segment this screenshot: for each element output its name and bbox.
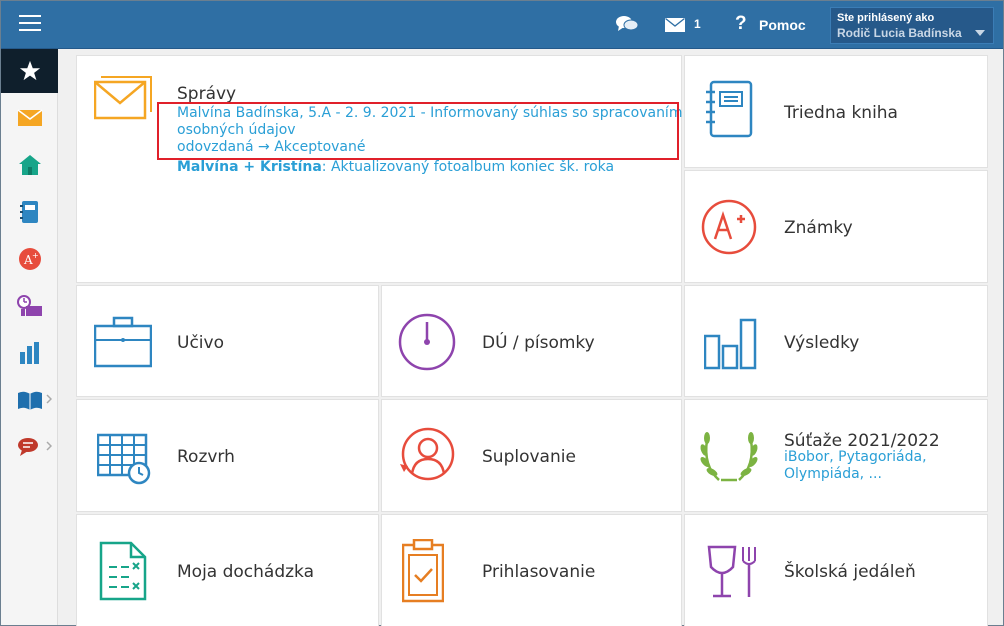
sidebar: A +	[1, 49, 58, 625]
chat-icon	[17, 438, 38, 456]
checklist-icon	[99, 541, 147, 601]
star-icon	[19, 60, 40, 81]
envelope-icon	[17, 109, 42, 126]
house-icon	[18, 155, 41, 175]
user-name: Rodič Lucia Badínska	[837, 26, 962, 40]
help-link[interactable]: Pomoc	[759, 17, 806, 33]
tile-attendance[interactable]: Moja dochádzka	[76, 514, 379, 626]
sidebar-item-library[interactable]	[1, 378, 58, 422]
sidebar-item-home[interactable]	[1, 143, 58, 187]
grade-a-plus-icon	[701, 199, 757, 255]
glass-fork-icon	[707, 545, 756, 598]
tile-curriculum-label: Učivo	[177, 333, 224, 353]
help-icon[interactable]: ?	[735, 13, 747, 35]
tile-canteen-label: Školská jedáleň	[784, 562, 916, 582]
logged-in-label: Ste prihlásený ako	[837, 12, 935, 24]
top-bar: 1 ? Pomoc Ste prihlásený ako Rodič Lucia…	[1, 1, 1003, 49]
notebook-icon	[706, 80, 753, 138]
sidebar-item-favorites[interactable]	[1, 49, 58, 93]
bar-chart-icon	[19, 342, 39, 364]
timetable-icon	[97, 433, 151, 485]
tile-schedule-label: Rozvrh	[177, 447, 235, 467]
chat-bubbles-icon[interactable]	[615, 15, 639, 33]
tile-curriculum[interactable]: Učivo	[76, 285, 379, 397]
tile-homework[interactable]: DÚ / písomky	[381, 285, 682, 397]
user-dropdown[interactable]: Ste prihlásený ako Rodič Lucia Badínska	[830, 7, 994, 44]
envelope-icon	[94, 76, 152, 120]
tile-registration[interactable]: Prihlasovanie	[381, 514, 682, 626]
message-sender: Malvína + Kristína	[177, 159, 322, 175]
competitions-list[interactable]: iBobor, Pytagoriáda, Olympiáda, ...	[784, 449, 927, 483]
chevron-right-icon	[46, 441, 52, 451]
message-subject: : Aktualizovaný fotoalbum koniec šk. rok…	[321, 159, 615, 175]
clock-icon	[398, 313, 456, 371]
tile-grades[interactable]: Známky	[684, 170, 988, 283]
caret-down-icon	[975, 30, 985, 36]
clipboard-check-icon	[402, 539, 444, 603]
tile-substitution[interactable]: Suplovanie	[381, 399, 682, 512]
tile-class-book[interactable]: Triedna kniha	[684, 55, 988, 168]
tile-schedule[interactable]: Rozvrh	[76, 399, 379, 512]
tile-messages-label: Správy	[177, 84, 237, 104]
mail-count-badge[interactable]: 1	[694, 17, 701, 31]
sidebar-item-chat[interactable]	[1, 425, 58, 469]
grade-a-plus-icon: A +	[18, 248, 41, 270]
tile-canteen[interactable]: Školská jedáleň	[684, 514, 988, 626]
teacher-board-icon	[16, 295, 42, 316]
laurel-wreath-icon	[700, 432, 758, 482]
notebook-icon	[19, 201, 38, 223]
open-book-icon	[17, 391, 42, 410]
message-item[interactable]: Malvína + Kristína: Aktualizovaný fotoal…	[177, 159, 614, 176]
sidebar-item-class-book[interactable]	[1, 190, 58, 234]
tile-competitions[interactable]: Súťaže 2021/2022 iBobor, Pytagoriáda, Ol…	[684, 399, 988, 512]
tile-competitions-label: Súťaže 2021/2022	[784, 431, 940, 451]
tile-class-book-label: Triedna kniha	[784, 103, 898, 123]
highlight-box	[157, 102, 679, 160]
envelope-icon[interactable]	[665, 18, 685, 32]
sidebar-item-grades[interactable]: A +	[1, 237, 58, 281]
sidebar-item-messages[interactable]	[1, 96, 58, 140]
svg-text:+: +	[32, 251, 39, 260]
tile-results[interactable]: Výsledky	[684, 285, 988, 397]
chevron-right-icon	[46, 394, 52, 404]
hamburger-menu-icon[interactable]	[19, 15, 41, 33]
person-swap-icon	[400, 427, 455, 481]
tile-registration-label: Prihlasovanie	[482, 562, 596, 582]
bar-chart-icon	[704, 318, 757, 370]
briefcase-icon	[94, 316, 152, 368]
sidebar-item-teacher[interactable]	[1, 284, 58, 328]
tile-results-label: Výsledky	[784, 333, 860, 353]
tile-attendance-label: Moja dochádzka	[177, 562, 315, 582]
sidebar-item-results[interactable]	[1, 331, 58, 375]
tile-homework-label: DÚ / písomky	[482, 333, 595, 353]
tile-grades-label: Známky	[784, 218, 853, 238]
tile-substitution-label: Suplovanie	[482, 447, 576, 467]
